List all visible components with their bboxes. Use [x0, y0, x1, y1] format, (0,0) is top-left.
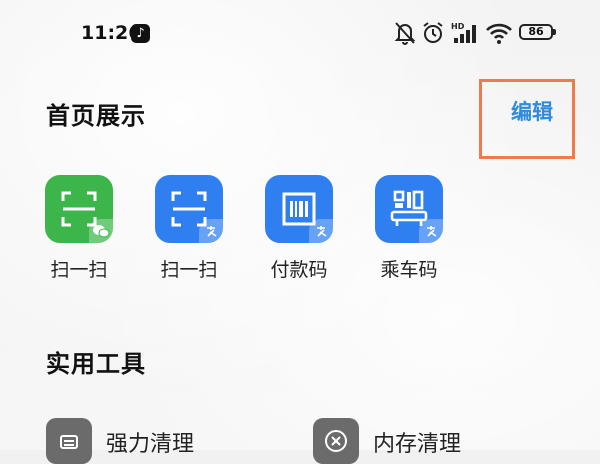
alipay-scan-icon	[155, 175, 223, 243]
cleaner-icon	[46, 418, 92, 464]
memory-clean-icon	[313, 418, 359, 464]
svg-text:HD: HD	[451, 22, 465, 31]
alipay-badge-icon	[309, 219, 333, 243]
app-tile-payment-code[interactable]: 付款码	[264, 175, 334, 282]
tools-title: 实用工具	[46, 350, 146, 378]
app-tile-transit-code[interactable]: 乘车码	[374, 175, 444, 282]
mute-bell-icon	[394, 22, 416, 45]
tool-item-cleaner[interactable]: 强力清理	[46, 418, 296, 464]
app-label: 付款码	[270, 259, 328, 281]
payment-code-icon	[265, 175, 333, 243]
transit-code-icon	[375, 175, 443, 243]
app-label: 扫一扫	[160, 259, 218, 281]
hd-signal-icon: HD	[451, 22, 476, 43]
wechat-badge-icon	[89, 219, 113, 243]
app-tile-alipay-scan[interactable]: 扫一扫	[154, 175, 224, 282]
app-tile-wechat-scan[interactable]: 扫一扫	[44, 175, 114, 282]
battery-level: 86	[528, 25, 544, 38]
battery-tip	[553, 29, 556, 35]
status-bar: 11:26 ♪ HD 86	[0, 0, 600, 64]
alarm-icon	[423, 22, 443, 43]
tool-item-memory-clean[interactable]: 内存清理	[313, 418, 563, 464]
tool-label: 内存清理	[373, 432, 462, 457]
wifi-icon	[486, 23, 512, 44]
edit-highlight-box	[479, 79, 575, 159]
alipay-badge-icon	[419, 219, 443, 243]
tiktok-icon: ♪	[131, 24, 150, 43]
wechat-scan-icon	[45, 175, 113, 243]
battery-icon: 86	[519, 24, 553, 40]
alipay-badge-icon	[199, 219, 223, 243]
app-label: 扫一扫	[50, 259, 108, 281]
tool-label: 强力清理	[106, 432, 195, 457]
app-label: 乘车码	[380, 259, 438, 281]
home-display-title: 首页展示	[46, 102, 146, 130]
